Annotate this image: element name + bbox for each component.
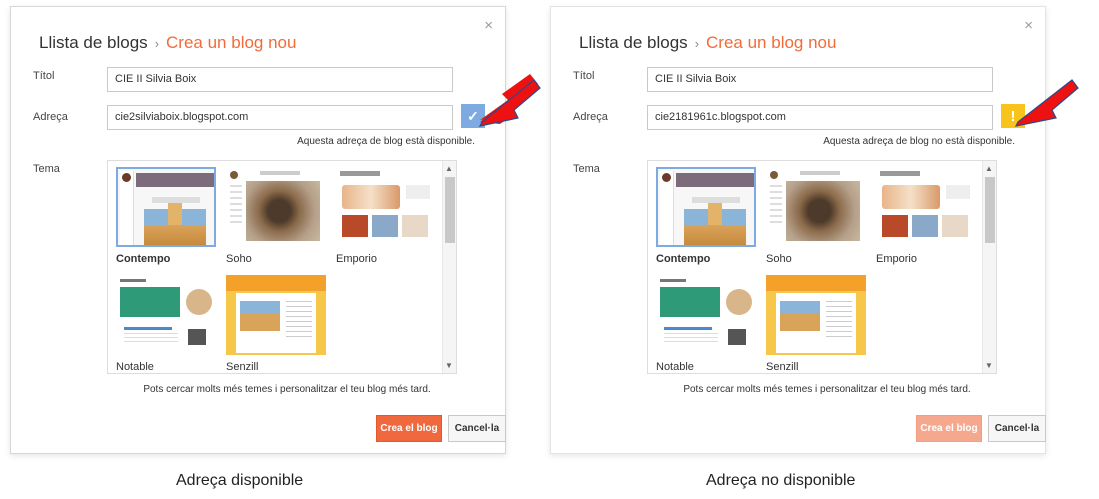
- address-label: Adreça: [33, 111, 68, 123]
- theme-emporio-preview: [336, 167, 436, 247]
- chevron-up-icon[interactable]: ▲: [985, 164, 993, 173]
- theme-notable-preview: [116, 275, 216, 355]
- theme-hint: Pots cercar molts més temes i personalit…: [143, 384, 431, 395]
- create-blog-button[interactable]: Crea el blog: [376, 415, 442, 442]
- theme-name: Notable: [656, 361, 694, 373]
- theme-name: Senzill: [226, 361, 259, 373]
- availability-message: Aquesta adreça de blog no està disponibl…: [823, 136, 1015, 147]
- title-label: Títol: [573, 70, 595, 82]
- theme-senzill[interactable]: Senzill: [766, 275, 866, 373]
- create-blog-dialog-unavailable: × Llista de blogs › Crea un blog nou Títol…: [550, 6, 1046, 454]
- breadcrumb-blog-list[interactable]: Llista de blogs: [39, 33, 148, 52]
- breadcrumb-current: Crea un blog nou: [166, 33, 297, 52]
- address-label: Adreça: [573, 111, 608, 123]
- theme-notable[interactable]: Notable: [116, 275, 216, 373]
- theme-senzill[interactable]: Senzill: [226, 275, 326, 373]
- cancel-button[interactable]: Cancel·la: [988, 415, 1046, 442]
- chevron-up-icon[interactable]: ▲: [445, 164, 453, 173]
- chevron-down-icon[interactable]: ▼: [985, 361, 993, 370]
- theme-contempo-preview: [116, 167, 216, 247]
- theme-senzill-preview: [766, 275, 866, 355]
- close-icon[interactable]: ×: [484, 17, 493, 34]
- breadcrumb: Llista de blogs › Crea un blog nou: [579, 33, 836, 53]
- red-arrow-icon: [1014, 79, 1079, 127]
- title-input[interactable]: CIE II Silvia Boix: [107, 67, 453, 92]
- theme-label: Tema: [573, 163, 600, 175]
- theme-soho-preview: [226, 167, 326, 247]
- theme-notable[interactable]: Notable: [656, 275, 756, 373]
- theme-soho[interactable]: Soho: [766, 167, 866, 265]
- breadcrumb: Llista de blogs › Crea un blog nou: [39, 33, 296, 53]
- theme-name: Soho: [226, 253, 252, 265]
- theme-name: Senzill: [766, 361, 799, 373]
- theme-emporio-preview: [876, 167, 976, 247]
- red-arrow-icon: [478, 74, 541, 127]
- cancel-button[interactable]: Cancel·la: [448, 415, 506, 442]
- theme-senzill-preview: [226, 275, 326, 355]
- chevron-down-icon[interactable]: ▼: [445, 361, 453, 370]
- availability-message: Aquesta adreça de blog està disponible.: [297, 136, 475, 147]
- theme-name: Contempo: [116, 253, 171, 265]
- breadcrumb-blog-list[interactable]: Llista de blogs: [579, 33, 688, 52]
- caption-available: Adreça disponible: [176, 472, 304, 489]
- address-input[interactable]: cie2silviaboix.blogspot.com: [107, 105, 453, 130]
- create-blog-button[interactable]: Crea el blog: [916, 415, 982, 442]
- create-blog-dialog-available: × Llista de blogs › Crea un blog nou Títol…: [10, 6, 506, 454]
- theme-name: Notable: [116, 361, 154, 373]
- theme-notable-preview: [656, 275, 756, 355]
- theme-picker: Contempo Soho Emporio Notable Senzill ▲ …: [647, 160, 997, 374]
- theme-contempo[interactable]: Contempo: [116, 167, 216, 265]
- theme-picker: Contempo Soho Emporio Notable Senzill ▲ …: [107, 160, 457, 374]
- close-icon[interactable]: ×: [1024, 17, 1033, 34]
- theme-soho-preview: [766, 167, 866, 247]
- theme-hint: Pots cercar molts més temes i personalit…: [683, 384, 971, 395]
- theme-label: Tema: [33, 163, 60, 175]
- theme-name: Emporio: [876, 253, 917, 265]
- theme-scrollbar[interactable]: ▲ ▼: [442, 161, 456, 373]
- theme-name: Soho: [766, 253, 792, 265]
- title-input[interactable]: CIE II Silvia Boix: [647, 67, 993, 92]
- address-input[interactable]: cie2181961c.blogspot.com: [647, 105, 993, 130]
- theme-contempo[interactable]: Contempo: [656, 167, 756, 265]
- theme-name: Contempo: [656, 253, 711, 265]
- theme-emporio[interactable]: Emporio: [336, 167, 436, 265]
- caption-unavailable: Adreça no disponible: [706, 472, 856, 489]
- theme-name: Emporio: [336, 253, 377, 265]
- breadcrumb-current: Crea un blog nou: [706, 33, 837, 52]
- theme-scrollbar[interactable]: ▲ ▼: [982, 161, 996, 373]
- scroll-thumb[interactable]: [445, 177, 455, 243]
- theme-emporio[interactable]: Emporio: [876, 167, 976, 265]
- scroll-thumb[interactable]: [985, 177, 995, 243]
- breadcrumb-separator-icon: ›: [694, 36, 700, 51]
- breadcrumb-separator-icon: ›: [154, 36, 160, 51]
- title-label: Títol: [33, 70, 55, 82]
- theme-soho[interactable]: Soho: [226, 167, 326, 265]
- theme-contempo-preview: [656, 167, 756, 247]
